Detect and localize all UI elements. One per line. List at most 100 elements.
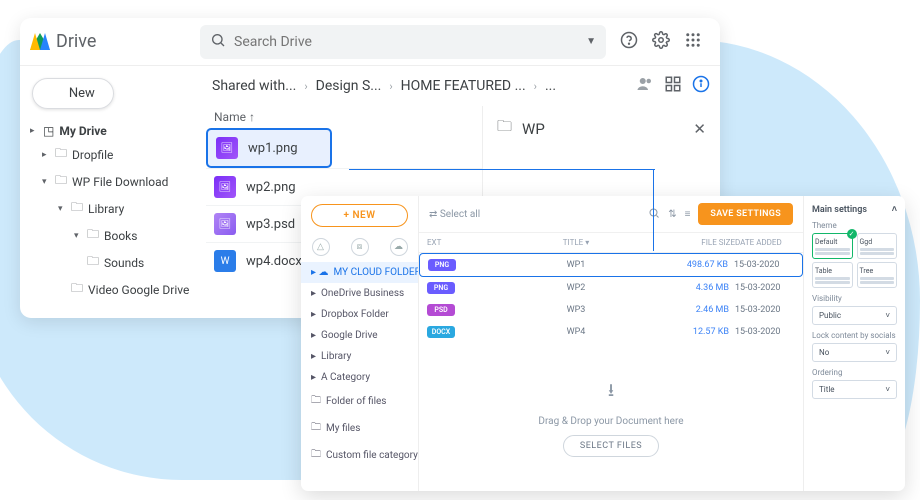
row-size: 4.36 MB xyxy=(673,283,735,293)
wfd-cat-onedrive[interactable]: ▸ OneDrive Business xyxy=(301,283,418,304)
wfd-row[interactable]: PSDWP32.46 MB15-03-2020 xyxy=(419,299,803,321)
crumb-shared[interactable]: Shared with... xyxy=(212,78,296,94)
crumb-home[interactable]: HOME FEATURED ... xyxy=(401,78,526,94)
settings-title[interactable]: Main settings˄ xyxy=(812,204,897,215)
search-icon xyxy=(210,32,226,52)
crumb-more[interactable]: ... xyxy=(545,78,556,94)
folder-icon: 🗀 xyxy=(55,171,67,192)
wfd-row[interactable]: DOCXWP412.57 KB15-03-2020 xyxy=(419,321,803,343)
wfd-cat-library[interactable]: ▸ Library xyxy=(301,346,418,367)
col-size[interactable]: FILE SIZE xyxy=(673,238,735,247)
wfd-cat-gdrive[interactable]: ▸ Google Drive xyxy=(301,325,418,346)
file-thumb-icon: 🖼 xyxy=(216,137,238,159)
folder-icon: 🗀 xyxy=(87,252,99,273)
search-icon[interactable] xyxy=(648,207,660,222)
file-row-wp1[interactable]: 🖼 wp1.png xyxy=(206,128,332,168)
tree-my-drive[interactable]: ▸◳My Drive xyxy=(26,121,196,141)
theme-tree[interactable]: Tree xyxy=(857,262,898,288)
visibility-label: Visibility xyxy=(812,294,897,303)
folder-icon: 🗀 xyxy=(87,225,99,246)
drive-tree: ▸◳My Drive ▸🗀Dropfile ▾🗀WP File Download… xyxy=(26,121,196,303)
info-icon[interactable] xyxy=(692,75,710,97)
theme-ggd[interactable]: Ggd xyxy=(857,233,898,259)
wfd-cat-myfiles[interactable]: 🗀 My files xyxy=(301,415,418,442)
file-name: wp2.png xyxy=(246,180,296,195)
crumb-design[interactable]: Design S... xyxy=(316,78,382,94)
select-all-toggle[interactable]: ⇄ Select all xyxy=(429,209,480,220)
col-ext[interactable]: EXT xyxy=(427,238,479,247)
tree-library[interactable]: ▾🗀Library xyxy=(26,195,196,222)
row-title: WP2 xyxy=(479,283,673,293)
wfd-cloud-tabs: △ ⧈ ☁ xyxy=(301,235,418,262)
breadcrumb: Shared with...› Design S...› HOME FEATUR… xyxy=(202,66,720,106)
theme-table[interactable]: Table xyxy=(812,262,853,288)
ordering-select[interactable]: Title˅ xyxy=(812,380,897,399)
drive-search[interactable]: ▼ xyxy=(200,25,606,59)
file-name: wp3.psd xyxy=(246,217,295,232)
file-name: wp4.docx xyxy=(246,254,302,269)
filter-icon[interactable]: ⇅ xyxy=(668,209,676,220)
wfd-table-header: EXT TITLE ▾ FILE SIZE DATE ADDED xyxy=(419,233,803,253)
ext-badge: PNG xyxy=(428,259,456,271)
chevron-down-icon: ˅ xyxy=(885,311,890,320)
lock-label: Lock content by socials xyxy=(812,331,897,340)
new-button[interactable]: +New xyxy=(32,78,114,109)
visibility-select[interactable]: Public˅ xyxy=(812,306,897,325)
wfd-cat-custom[interactable]: 🗀 Custom file category xyxy=(301,442,418,469)
tree-sounds[interactable]: 🗀Sounds xyxy=(26,249,196,276)
select-files-button[interactable]: SELECT FILES xyxy=(563,435,659,457)
new-button-label: New xyxy=(69,86,95,101)
row-date: 15-03-2020 xyxy=(735,283,795,293)
wfd-cat-mycloud[interactable]: ▸ ☁ MY CLOUD FOLDER xyxy=(301,262,418,283)
wfd-main: ⇄ Select all ⇅ ≡ SAVE SETTINGS EXT TITLE… xyxy=(419,196,803,491)
wfd-cat-dropbox[interactable]: ▸ Dropbox Folder xyxy=(301,304,418,325)
ordering-label: Ordering xyxy=(812,368,897,377)
theme-default[interactable]: Default xyxy=(812,233,853,259)
save-settings-button[interactable]: SAVE SETTINGS xyxy=(698,203,793,225)
folder-icon: 🗀 xyxy=(497,116,512,141)
tree-books[interactable]: ▾🗀Books xyxy=(26,222,196,249)
sort-icon[interactable]: ≡ xyxy=(685,209,691,220)
people-icon[interactable] xyxy=(636,75,654,97)
tree-video-google-drive[interactable]: 🗀Video Google Drive xyxy=(26,276,196,303)
folder-icon: 🗀 xyxy=(71,198,83,219)
row-size: 12.57 KB xyxy=(673,327,735,337)
gear-icon[interactable] xyxy=(652,31,670,53)
wfd-cat-acategory[interactable]: ▸ A Category xyxy=(301,367,418,388)
lock-select[interactable]: No˅ xyxy=(812,343,897,362)
row-title: WP4 xyxy=(479,327,673,337)
theme-label: Theme xyxy=(812,221,897,230)
tree-dropfile[interactable]: ▸🗀Dropfile xyxy=(26,141,196,168)
search-input[interactable] xyxy=(234,34,578,50)
wfd-cat-folderfiles[interactable]: 🗀 Folder of files xyxy=(301,388,418,415)
grid-view-icon[interactable] xyxy=(664,75,682,97)
tree-wp-file-download[interactable]: ▾🗀WP File Download xyxy=(26,168,196,195)
wfd-category-list: ▸ ☁ MY CLOUD FOLDER ▸ OneDrive Business … xyxy=(301,262,418,469)
drive-root-icon: ◳ xyxy=(43,124,54,138)
file-thumb-icon: 🖼 xyxy=(214,176,236,198)
cloud-tab-gdrive-icon[interactable]: △ xyxy=(312,238,330,256)
drive-logo[interactable]: Drive xyxy=(30,31,200,52)
wfd-row[interactable]: PNGWP1498.67 KB15-03-2020 xyxy=(419,253,803,277)
chevron-down-icon: ˅ xyxy=(885,385,890,394)
connector-line xyxy=(349,169,655,170)
wfd-new-button[interactable]: + NEW xyxy=(311,204,408,227)
drive-header-icons xyxy=(606,31,710,53)
cloud-tab-dropbox-icon[interactable]: ⧈ xyxy=(351,238,369,256)
search-dropdown-icon[interactable]: ▼ xyxy=(586,36,596,47)
cloud-tab-onedrive-icon[interactable]: ☁ xyxy=(390,238,408,256)
drive-header: Drive ▼ xyxy=(20,18,720,66)
file-name: wp1.png xyxy=(248,141,298,156)
connector-line xyxy=(653,169,654,251)
wp-panel-title: WP xyxy=(522,120,545,138)
close-icon[interactable]: ✕ xyxy=(693,120,706,138)
help-icon[interactable] xyxy=(620,31,638,53)
dropzone-hint: Drag & Drop your Document here xyxy=(538,416,683,427)
col-title[interactable]: TITLE ▾ xyxy=(479,238,673,247)
col-date[interactable]: DATE ADDED xyxy=(735,238,795,247)
apps-grid-icon[interactable] xyxy=(684,31,702,53)
row-date: 15-03-2020 xyxy=(734,260,794,270)
wfd-row[interactable]: PNGWP24.36 MB15-03-2020 xyxy=(419,277,803,299)
dropzone[interactable]: ⭳ Drag & Drop your Document here SELECT … xyxy=(419,343,803,491)
wp-file-download-window: + NEW △ ⧈ ☁ ▸ ☁ MY CLOUD FOLDER ▸ OneDri… xyxy=(301,196,905,491)
